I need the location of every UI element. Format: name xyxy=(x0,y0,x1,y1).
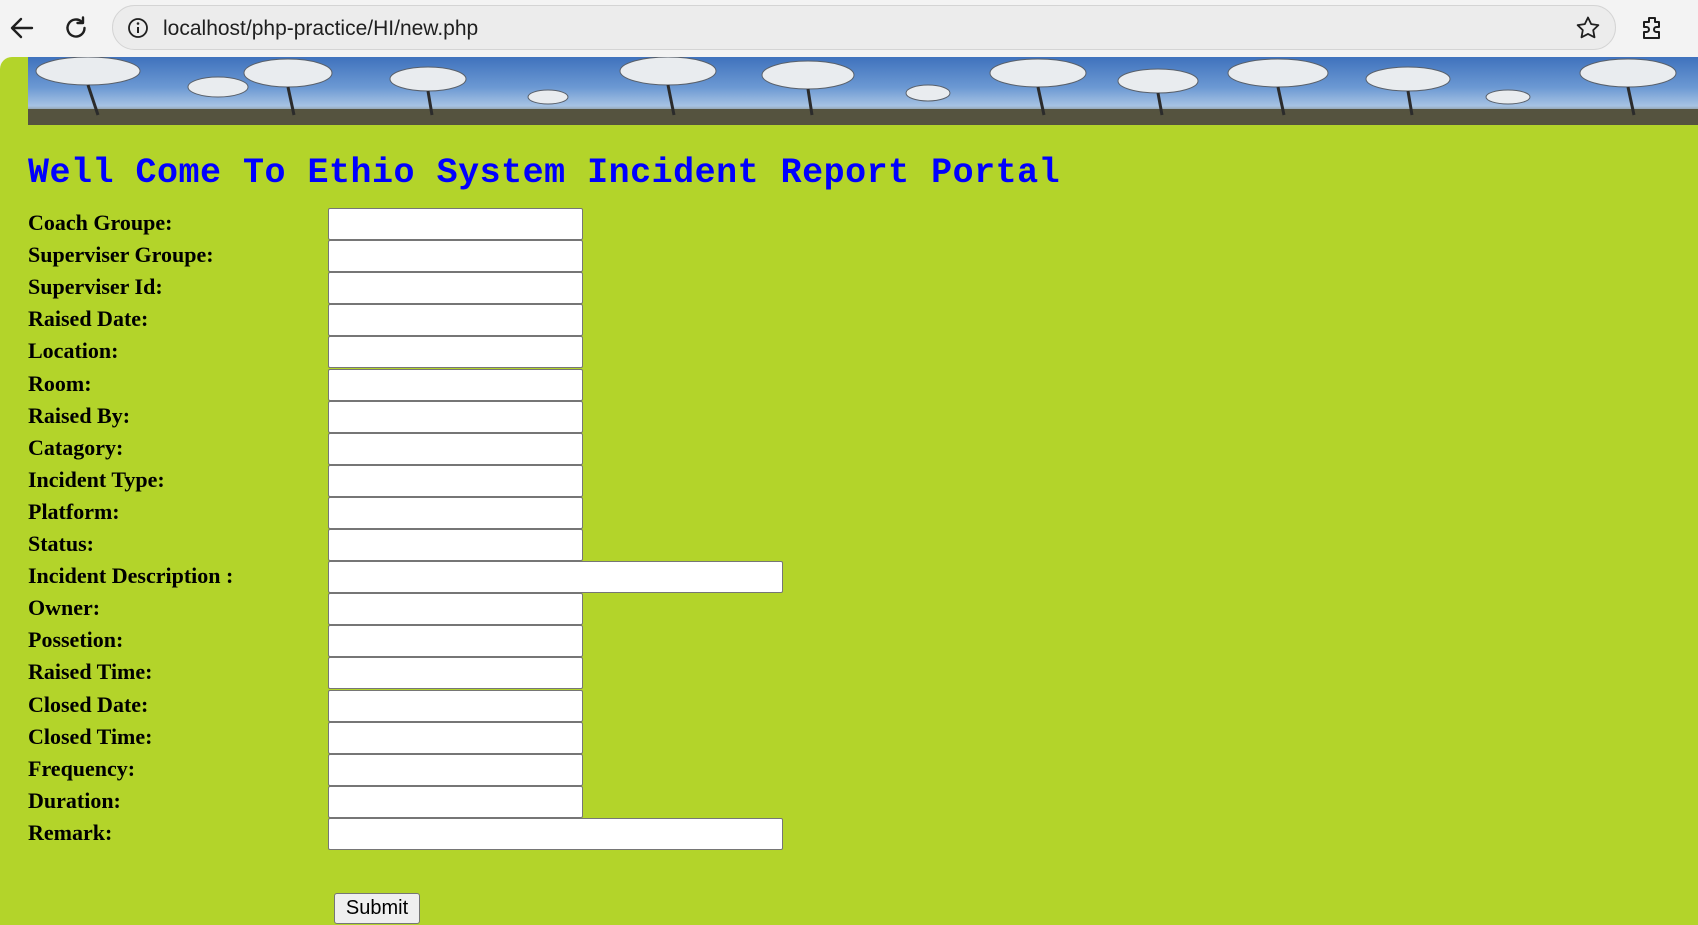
text-input-field[interactable] xyxy=(328,240,583,273)
text-input-field[interactable] xyxy=(328,561,783,594)
form-row: Raised Time: xyxy=(28,657,828,690)
field-label: Incident Description : xyxy=(28,563,234,589)
text-input-field[interactable] xyxy=(328,496,583,529)
field-label: Superviser Id: xyxy=(28,274,163,300)
field-label: Remark: xyxy=(28,819,113,845)
field-label: Location: xyxy=(28,338,119,364)
field-label: Room: xyxy=(28,370,92,396)
field-label: Possetion: xyxy=(28,627,124,653)
field-label: Coach Groupe: xyxy=(28,210,173,235)
text-input-field[interactable] xyxy=(328,368,583,401)
field-label: Raised Date: xyxy=(28,306,149,332)
field-label: Frequency: xyxy=(28,755,136,781)
page-title: Well Come To Ethio System Incident Repor… xyxy=(28,153,1061,193)
text-input-field[interactable] xyxy=(328,785,583,818)
form-row: Incident Type: xyxy=(28,464,828,497)
text-input-field[interactable] xyxy=(328,432,583,465)
text-input-field[interactable] xyxy=(328,400,583,433)
form-row: Owner: xyxy=(28,593,828,626)
text-input-field[interactable] xyxy=(328,593,583,626)
form-row: Closed Date: xyxy=(28,689,828,722)
text-input-field[interactable] xyxy=(328,689,583,722)
field-label: Raised By: xyxy=(28,402,131,428)
url-text[interactable]: localhost/php-practice/HI/new.php xyxy=(163,17,478,41)
form-row: Closed Time: xyxy=(28,721,828,754)
field-label: Platform: xyxy=(28,498,120,524)
reload-icon[interactable] xyxy=(56,8,96,48)
form-row: Location: xyxy=(28,336,828,369)
form-row: Superviser Id: xyxy=(28,272,828,305)
back-arrow-icon[interactable] xyxy=(2,8,42,48)
text-input-field[interactable] xyxy=(328,304,583,337)
field-label: Closed Time: xyxy=(28,723,153,749)
site-info-icon[interactable] xyxy=(127,17,149,39)
form-row: Frequency: xyxy=(28,753,828,786)
banner-image xyxy=(28,57,1698,125)
extensions-icon[interactable] xyxy=(1632,8,1672,48)
bookmark-star-icon[interactable] xyxy=(1575,15,1601,41)
text-input-field[interactable] xyxy=(328,753,583,786)
text-input-field[interactable] xyxy=(328,817,783,850)
form-row: Raised By: xyxy=(28,400,828,433)
text-input-field[interactable] xyxy=(328,529,583,561)
submit-button[interactable]: Submit xyxy=(334,893,420,924)
form-row: Possetion: xyxy=(28,625,828,658)
form-row: Remark: xyxy=(28,817,828,850)
text-input-field[interactable] xyxy=(328,625,583,658)
form-row: Duration: xyxy=(28,785,828,818)
field-label: Owner: xyxy=(28,595,101,621)
form-row: Platform: xyxy=(28,496,828,529)
field-label: Incident Type: xyxy=(28,466,165,492)
text-input-field[interactable] xyxy=(328,208,583,240)
form-row: Room: xyxy=(28,368,828,401)
form-row: Incident Description : xyxy=(28,561,828,594)
form-row: Superviser Groupe: xyxy=(28,240,828,273)
form-row: Coach Groupe: xyxy=(28,208,828,240)
field-label: Raised Time: xyxy=(28,659,153,685)
form-row: Catagory: xyxy=(28,432,828,465)
browser-toolbar: localhost/php-practice/HI/new.php xyxy=(0,0,1698,57)
address-bar[interactable]: localhost/php-practice/HI/new.php xyxy=(112,5,1616,50)
text-input-field[interactable] xyxy=(328,721,583,754)
field-label: Closed Date: xyxy=(28,691,149,717)
text-input-field[interactable] xyxy=(328,657,583,690)
form-row: Raised Date: xyxy=(28,304,828,337)
form-row: Status: xyxy=(28,529,828,561)
field-label: Catagory: xyxy=(28,434,124,460)
field-label: Duration: xyxy=(28,787,121,813)
text-input-field[interactable] xyxy=(328,336,583,369)
page-body: Well Come To Ethio System Incident Repor… xyxy=(0,57,1698,925)
field-label: Status: xyxy=(28,531,95,556)
text-input-field[interactable] xyxy=(328,272,583,305)
field-label: Superviser Groupe: xyxy=(28,242,214,268)
text-input-field[interactable] xyxy=(328,464,583,497)
